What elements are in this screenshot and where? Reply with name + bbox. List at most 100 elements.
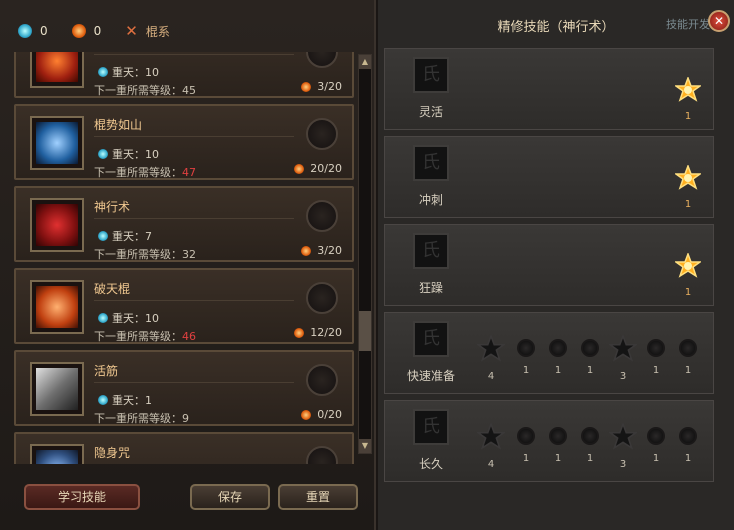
refine-node[interactable]: 1 [549,339,567,376]
divider [94,218,294,219]
node-dot-icon [581,339,599,357]
refine-node[interactable]: 1 [679,427,697,464]
refine-node[interactable]: 1 [647,339,665,376]
refine-node[interactable]: 4 [477,423,505,470]
refine-skill-name: 狂躁 [418,281,443,295]
refine-node[interactable]: 4 [477,335,505,382]
tier-text: 重天：7 [112,230,152,243]
refine-node[interactable]: 1 [517,427,535,464]
running-icon[interactable] [30,198,84,252]
refine-node[interactable]: 1 [679,339,697,376]
class-label: 棍系 [145,24,170,39]
refine-node[interactable]: 1 [517,339,535,376]
skill-card[interactable]: 棍势如山 重天：10 下一重所需等级：47 20/20 [14,104,354,180]
node-count: 4 [487,459,495,470]
skill-name: 隐身咒 [94,446,131,460]
blue-star-icon [98,395,108,405]
skill-name: 活筋 [94,364,119,378]
scroll-thumb[interactable] [359,311,371,351]
divider [94,300,294,301]
refine-node[interactable]: 1 [581,339,599,376]
orange-star-icon [301,81,312,92]
node-dot-icon [549,427,567,445]
scroll-down-icon[interactable]: ▼ [359,439,371,453]
tier-text: 重天：1 [112,394,152,407]
refine-star-icon[interactable] [673,251,703,279]
node-count: 1 [652,365,660,376]
skill-requirement: 下一重所需等级：9 [94,410,189,426]
reset-button[interactable]: 重置 [278,484,358,510]
scroll-up-icon[interactable]: ▲ [359,55,371,69]
refine-skill-panel: 精修技能（神行术） 技能开发 ✕ ⽒灵活 1 ⽒冲刺 1 ⽒狂躁 1 ⽒快速准备 4 1 1 1 3 1… [378,0,734,530]
progress-text: 0/20 [317,408,342,421]
skill-tier: 重天：7 [98,228,152,244]
skill-tier: 重天：10 [98,146,159,162]
stealth-icon[interactable] [30,444,84,464]
node-count: 1 [554,365,562,376]
spear-strike-icon[interactable] [30,116,84,170]
refine-row: ⽒长久 4 1 1 1 3 1 1 [384,400,714,482]
node-count: 1 [652,453,660,464]
skill-name: 神行术 [94,200,131,214]
tier-text: 重天：10 [112,312,159,325]
node-dot-icon [679,427,697,445]
fire-fist-icon[interactable] [30,52,84,88]
whirlwind-icon[interactable] [30,280,84,334]
learn-skill-button[interactable]: 学习技能 [24,484,140,510]
orange-count: 0 [93,24,102,38]
skill-slot[interactable] [306,282,338,314]
skill-progress: 3/20 [301,80,342,93]
refine-node[interactable]: 1 [549,427,567,464]
refine-row: ⽒狂躁 1 [384,224,714,306]
node-count: 1 [522,453,530,464]
node-dot-icon [647,339,665,357]
refine-skill-icon: ⽒ [413,233,449,269]
skill-name: 棍势如山 [94,118,143,132]
skill-card[interactable]: 活筋重天：1 下一重所需等级：9 0/20 [14,350,354,426]
orange-star-icon [294,327,305,338]
skill-card[interactable]: 破天棍 重天：10 下一重所需等级：46 12/20 [14,268,354,344]
refine-node[interactable]: 3 [609,335,637,382]
skill-list-scrollbar[interactable]: ▲ ▼ [358,54,372,454]
skill-slot[interactable] [306,446,338,464]
refine-node-track: 4 1 1 1 3 1 1 [477,423,701,477]
skill-progress: 12/20 [294,326,342,339]
refine-node[interactable]: 3 [609,423,637,470]
muscle-icon[interactable] [30,362,84,416]
skill-card[interactable]: 隐身咒 [14,432,354,464]
node-dot-icon [679,339,697,357]
blue-star-icon [18,24,32,38]
save-button[interactable]: 保存 [190,484,270,510]
node-count: 1 [684,365,692,376]
refine-star-count: 1 [684,199,692,210]
refine-row: ⽒灵活 1 [384,48,714,130]
skill-card[interactable]: 重天：10 下一重所需等级：45 3/20 [14,52,354,98]
refine-node[interactable]: 1 [647,427,665,464]
skill-slot[interactable] [306,200,338,232]
refine-row: ⽒冲刺 1 [384,136,714,218]
skill-slot[interactable] [306,364,338,396]
refine-star-icon[interactable] [673,75,703,103]
close-button[interactable]: ✕ [708,10,730,32]
refine-star-icon[interactable] [673,163,703,191]
skill-slot[interactable] [306,52,338,68]
req-level: 46 [182,330,196,343]
skill-card[interactable]: 神行术 重天：7 下一重所需等级：32 3/20 [14,186,354,262]
skill-tier: 重天：1 [98,392,152,408]
refine-node-track: 4 1 1 1 3 1 1 [477,335,701,389]
refine-row: ⽒快速准备 4 1 1 1 3 1 1 [384,312,714,394]
skill-slot[interactable] [306,118,338,150]
divider [94,382,294,383]
currency-bar: 0 0 ✕ 棍系 [8,18,368,44]
blue-star-icon [98,149,108,159]
skill-list[interactable]: 重天：10 下一重所需等级：45 3/20 棍势如山 重天：10 下一重所需等级：47 20… [14,52,354,464]
refine-node[interactable]: 1 [581,427,599,464]
orange-star-icon [71,24,86,38]
node-count: 1 [684,453,692,464]
req-label: 下一重所需等级： [94,330,182,343]
node-count: 1 [522,365,530,376]
tier-text: 重天：10 [112,148,159,161]
node-dot-icon [647,427,665,445]
refine-skill-icon: ⽒ [413,57,449,93]
node-count: 1 [586,365,594,376]
